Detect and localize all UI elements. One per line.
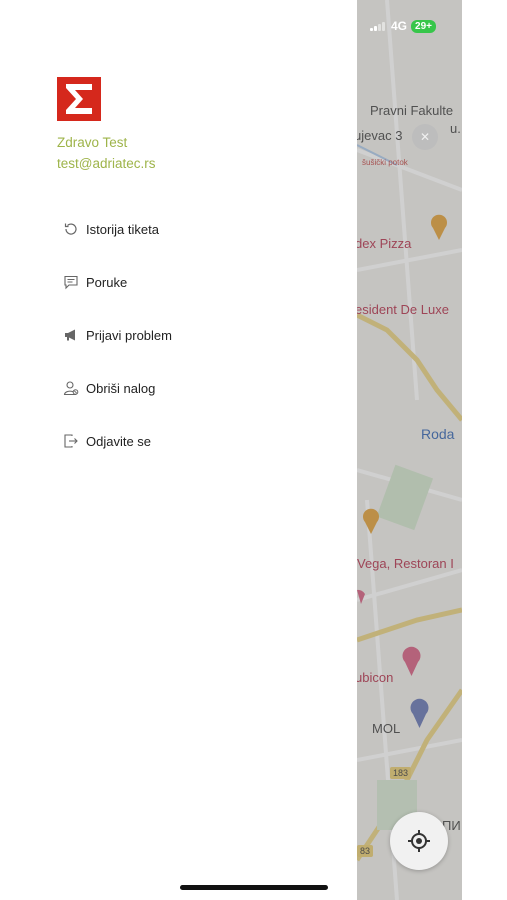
drawer-scrim[interactable] (357, 0, 462, 900)
user-email: test@adriatec.rs (57, 156, 156, 171)
greeting-text: Zdravo Test (57, 135, 128, 150)
menu-item-messages[interactable]: Poruke (62, 270, 127, 294)
menu-item-delete-account[interactable]: Obriši nalog (62, 376, 155, 400)
home-indicator[interactable] (180, 885, 328, 890)
delete-user-icon (62, 379, 80, 397)
close-icon[interactable]: ✕ (412, 124, 438, 150)
logout-icon (62, 432, 80, 450)
menu-item-ticket-history[interactable]: Istorija tiketa (62, 217, 159, 241)
my-location-button[interactable] (390, 812, 448, 870)
menu-item-label: Istorija tiketa (86, 221, 159, 237)
history-icon (62, 220, 80, 238)
menu-item-label: Poruke (86, 274, 128, 290)
network-type: 4G (391, 19, 408, 33)
navigation-drawer: Zdravo Test test@adriatec.rs Istorija ti… (0, 0, 357, 900)
battery-indicator: 29+ (411, 19, 436, 33)
megaphone-icon (62, 326, 80, 344)
crosshair-icon (408, 830, 430, 852)
message-icon (62, 273, 80, 291)
menu-item-logout[interactable]: Odjavite se (62, 429, 151, 453)
sigma-logo-icon (57, 77, 101, 121)
menu-item-label: Obriši nalog (86, 380, 156, 396)
status-bar: 4G 29+ (370, 17, 436, 35)
menu-item-label: Odjavite se (86, 433, 152, 449)
signal-icon (370, 21, 386, 31)
menu-item-report-problem[interactable]: Prijavi problem (62, 323, 172, 347)
menu-item-label: Prijavi problem (86, 327, 172, 343)
map-view[interactable]: Pravni Fakulte u. ujevac 3 šušički potok… (357, 0, 462, 900)
